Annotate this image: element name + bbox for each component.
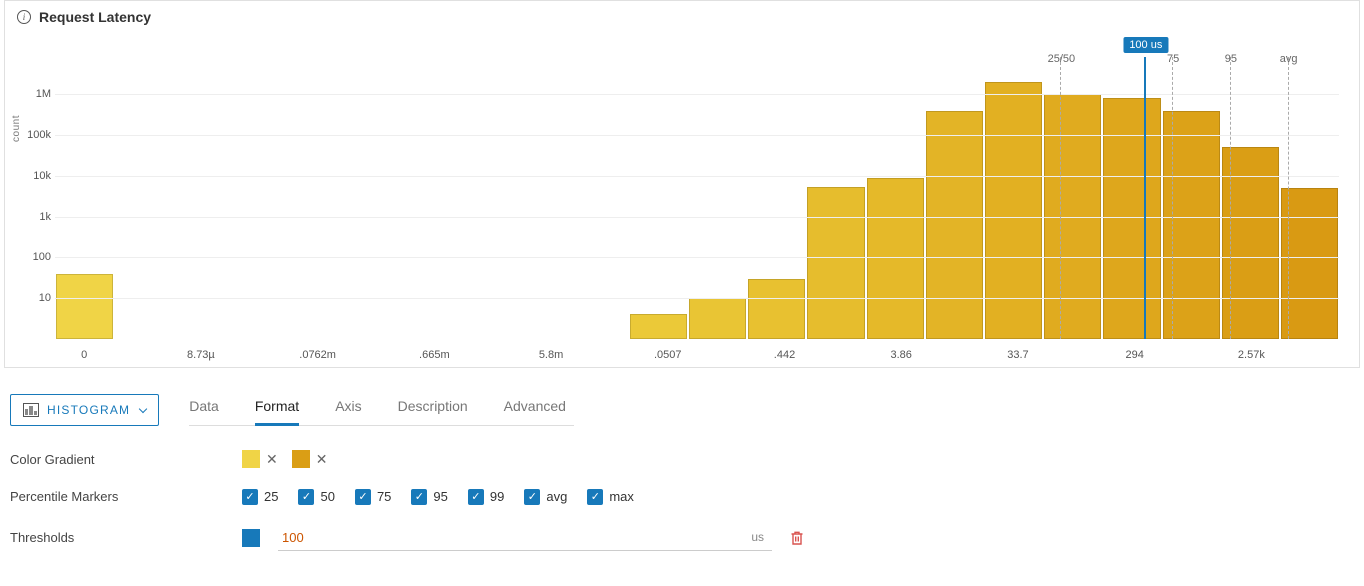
- tab-axis[interactable]: Axis: [335, 390, 361, 426]
- checkbox-label: 99: [490, 489, 504, 504]
- histogram-bar[interactable]: [630, 314, 687, 339]
- tab-description[interactable]: Description: [398, 390, 468, 426]
- x-tick: .442: [755, 349, 813, 361]
- checkbox-icon: ✓: [355, 489, 371, 505]
- threshold-line: 100 us: [1144, 57, 1146, 339]
- checkbox-icon: ✓: [524, 489, 540, 505]
- percentile-checkbox-75[interactable]: ✓ 75: [355, 489, 391, 505]
- histogram-bar[interactable]: [748, 279, 805, 339]
- x-tick: 294: [1105, 349, 1163, 361]
- percentile-checkbox-50[interactable]: ✓ 50: [298, 489, 334, 505]
- x-tick: 8.73µ: [172, 349, 230, 361]
- x-tick: [1047, 349, 1105, 361]
- plot-box: 1M100k10k1k1001025/507595avg100 us: [55, 75, 1339, 339]
- chart-type-label: HISTOGRAM: [47, 403, 130, 417]
- gridline: [55, 94, 1339, 95]
- thresholds-label: Thresholds: [10, 530, 242, 545]
- checkbox-label: avg: [546, 489, 567, 504]
- tab-data[interactable]: Data: [189, 390, 219, 426]
- checkbox-icon: ✓: [242, 489, 258, 505]
- chart-panel: i Request Latency count 1M100k10k1k10010…: [4, 0, 1360, 368]
- gridline: [55, 217, 1339, 218]
- y-tick: 1M: [21, 88, 51, 100]
- checkbox-icon: ✓: [587, 489, 603, 505]
- checkbox-label: 95: [433, 489, 447, 504]
- histogram-icon: [23, 403, 39, 417]
- percentile-markers-label: Percentile Markers: [10, 489, 242, 504]
- x-tick: 0: [55, 349, 113, 361]
- x-tick: [113, 349, 171, 361]
- info-icon[interactable]: i: [17, 10, 31, 24]
- percentile-checkbox-99[interactable]: ✓ 99: [468, 489, 504, 505]
- gridline: [55, 298, 1339, 299]
- checkbox-icon: ✓: [298, 489, 314, 505]
- percentile-markers-row: Percentile Markers ✓ 25 ✓ 50 ✓ 75 ✓ 95 ✓ 99 ✓ avg ✓ m…: [10, 478, 1354, 515]
- checkbox-icon: ✓: [468, 489, 484, 505]
- percentile-checkbox-max[interactable]: ✓ max: [587, 489, 634, 505]
- percentile-marker: 75: [1172, 57, 1173, 339]
- checkbox-label: 25: [264, 489, 278, 504]
- color-gradient-label: Color Gradient: [10, 452, 242, 467]
- y-tick: 100: [21, 251, 51, 263]
- x-tick: 5.8m: [522, 349, 580, 361]
- threshold-value-input[interactable]: [278, 529, 743, 546]
- gridline: [55, 135, 1339, 136]
- y-tick: 100k: [21, 129, 51, 141]
- tab-format[interactable]: Format: [255, 390, 299, 426]
- threshold-unit: us: [743, 530, 772, 544]
- x-tick: [347, 349, 405, 361]
- chart-area: count 1M100k10k1k1001025/507595avg100 us…: [5, 29, 1359, 367]
- threshold-badge: 100 us: [1123, 37, 1168, 53]
- gridline: [55, 176, 1339, 177]
- x-tick: 2.57k: [1222, 349, 1280, 361]
- remove-swatch-icon[interactable]: ✕: [266, 451, 278, 468]
- checkbox-label: 50: [320, 489, 334, 504]
- x-tick: [580, 349, 638, 361]
- percentile-marker: 25/50: [1060, 57, 1061, 339]
- panel-title: Request Latency: [39, 9, 151, 25]
- y-tick: 10k: [21, 170, 51, 182]
- x-tick: [1281, 349, 1339, 361]
- x-tick: [814, 349, 872, 361]
- x-tick: [930, 349, 988, 361]
- color-gradient-row: Color Gradient ✕ ✕: [10, 440, 1354, 478]
- histogram-bar[interactable]: [689, 298, 746, 339]
- x-tick: [697, 349, 755, 361]
- percentile-marker: avg: [1288, 57, 1289, 339]
- chart-type-dropdown[interactable]: HISTOGRAM: [10, 394, 159, 426]
- gradient-swatch[interactable]: [292, 450, 310, 468]
- histogram-bar[interactable]: [926, 111, 983, 339]
- checkbox-label: max: [609, 489, 634, 504]
- percentile-checkbox-25[interactable]: ✓ 25: [242, 489, 278, 505]
- gridline: [55, 257, 1339, 258]
- histogram-bar[interactable]: [1281, 188, 1338, 339]
- x-tick: .665m: [405, 349, 463, 361]
- histogram-bar[interactable]: [985, 82, 1042, 339]
- y-tick: 10: [21, 292, 51, 304]
- trash-icon[interactable]: [790, 530, 804, 546]
- thresholds-row: Thresholds us: [10, 515, 1354, 561]
- threshold-color-swatch[interactable]: [242, 529, 260, 547]
- gradient-swatch[interactable]: [242, 450, 260, 468]
- checkbox-icon: ✓: [411, 489, 427, 505]
- histogram-bar[interactable]: [56, 274, 113, 339]
- x-tick: [1164, 349, 1222, 361]
- x-tick: .0762m: [288, 349, 346, 361]
- percentile-marker: 95: [1230, 57, 1231, 339]
- remove-swatch-icon[interactable]: ✕: [316, 451, 328, 468]
- x-tick: .0507: [639, 349, 697, 361]
- x-tick: 3.86: [872, 349, 930, 361]
- checkbox-label: 75: [377, 489, 391, 504]
- x-tick: [464, 349, 522, 361]
- percentile-checkbox-avg[interactable]: ✓ avg: [524, 489, 567, 505]
- x-tick: [230, 349, 288, 361]
- histogram-bar[interactable]: [807, 187, 864, 339]
- controls: HISTOGRAM Data Format Axis Description Advan…: [0, 368, 1364, 561]
- x-ticks: 0 8.73µ .0762m .665m 5.8m .0507 .442 3.86 33.7 29…: [55, 349, 1339, 361]
- chevron-down-icon: [139, 405, 147, 413]
- x-tick: 33.7: [989, 349, 1047, 361]
- percentile-checkbox-95[interactable]: ✓ 95: [411, 489, 447, 505]
- tab-advanced[interactable]: Advanced: [504, 390, 566, 426]
- y-tick: 1k: [21, 211, 51, 223]
